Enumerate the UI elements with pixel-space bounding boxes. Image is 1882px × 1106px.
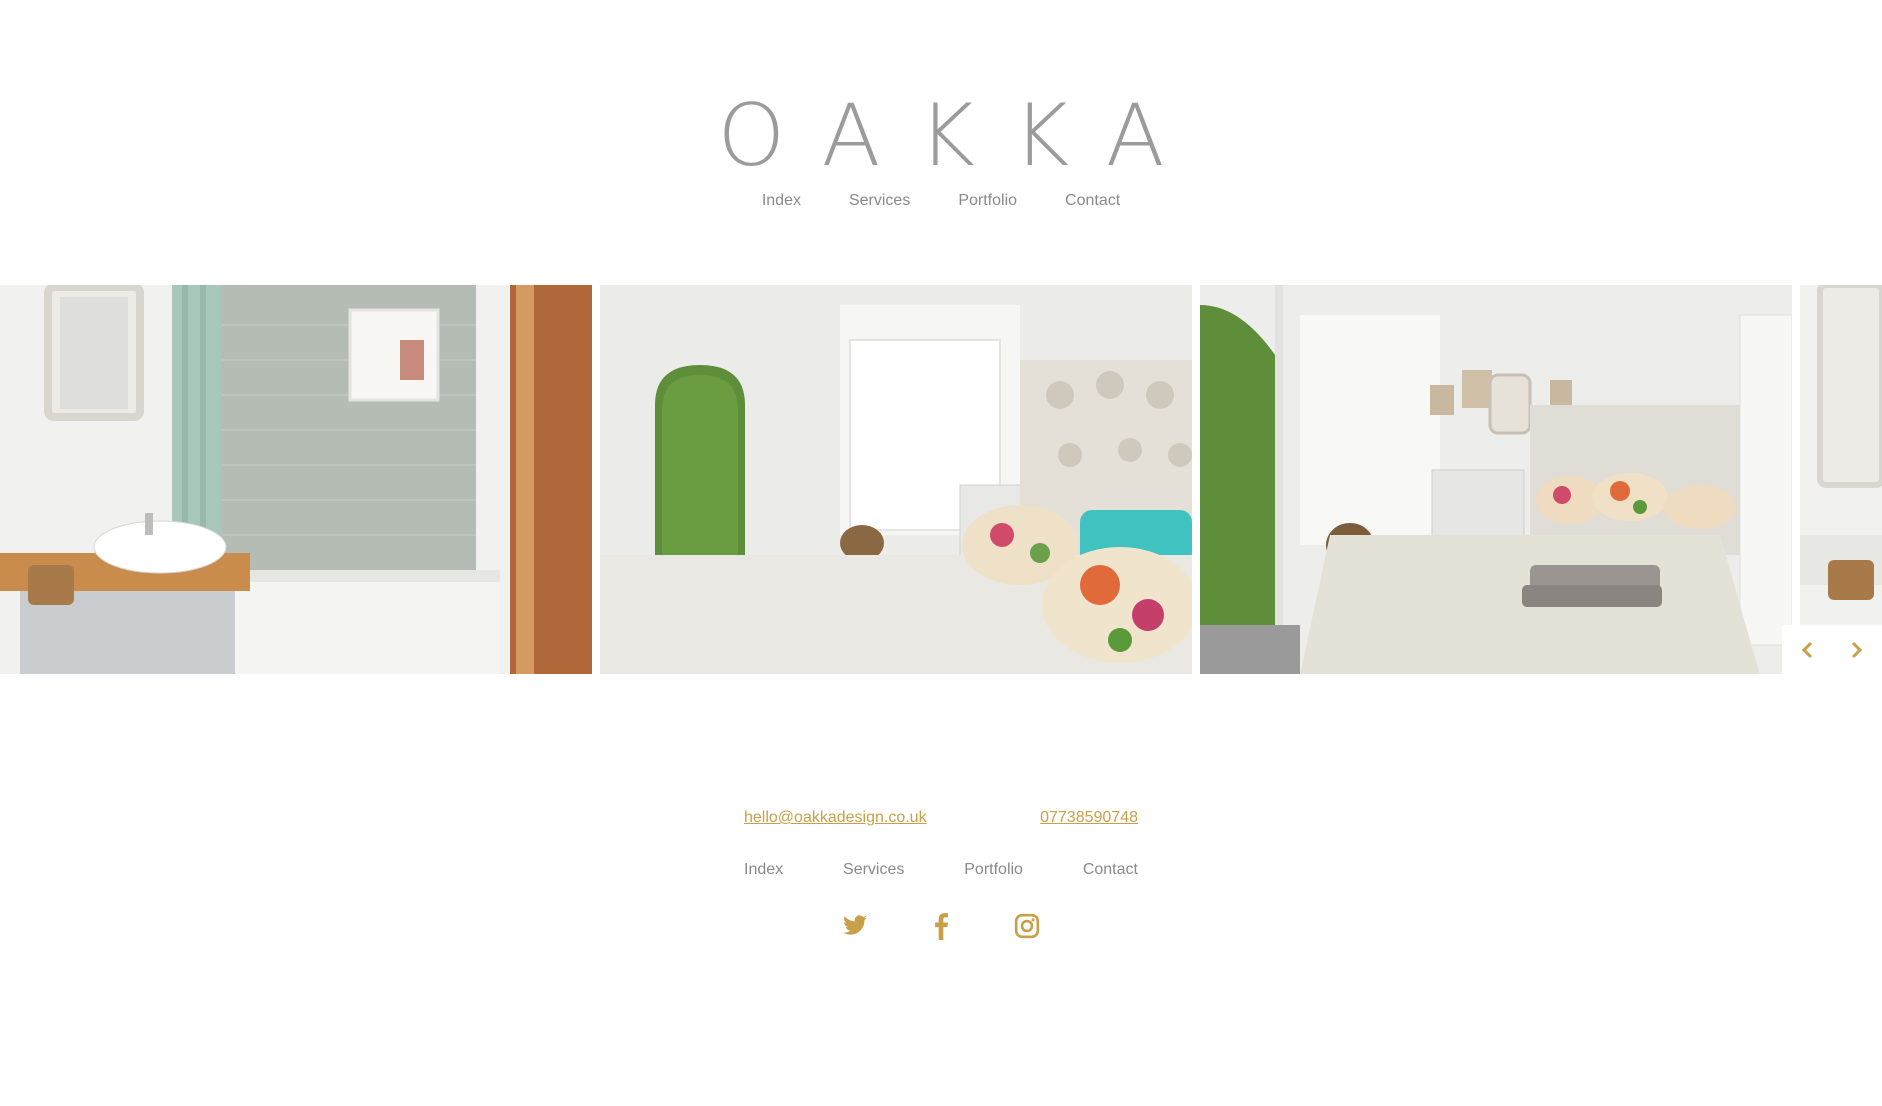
main-nav: Index Services Portfolio Contact <box>0 192 1882 210</box>
footer-nav-item-portfolio[interactable]: Portfolio <box>964 861 1023 879</box>
image-gallery <box>0 285 1882 674</box>
instagram-icon[interactable] <box>1013 912 1041 940</box>
nav-item-index[interactable]: Index <box>762 192 801 210</box>
nav-item-contact[interactable]: Contact <box>1065 192 1120 210</box>
phone-link[interactable]: 07738590748 <box>1040 809 1138 827</box>
gallery-arrows <box>1782 625 1882 674</box>
nav-item-portfolio[interactable]: Portfolio <box>958 192 1017 210</box>
social-links <box>0 912 1882 940</box>
gallery-slide-bathroom-partial[interactable] <box>1800 285 1882 674</box>
facebook-icon[interactable] <box>927 912 955 940</box>
bathroom-photo <box>0 285 592 674</box>
bathroom-partial-photo <box>1800 285 1882 674</box>
site-logo[interactable]: OAKKA <box>0 86 1882 186</box>
email-link[interactable]: hello@oakkadesign.co.uk <box>744 809 927 827</box>
twitter-icon[interactable] <box>841 912 869 940</box>
footer-nav-item-index[interactable]: Index <box>744 861 783 879</box>
chevron-left-icon[interactable] <box>1792 635 1822 665</box>
chevron-right-icon[interactable] <box>1842 635 1872 665</box>
page: OAKKA Index Services Portfolio Contact h… <box>0 0 1882 1106</box>
footer-nav-item-services[interactable]: Services <box>843 861 904 879</box>
gallery-slide-bedroom-window[interactable] <box>600 285 1192 674</box>
footer-nav-item-contact[interactable]: Contact <box>1083 861 1138 879</box>
footer-nav: Index Services Portfolio Contact <box>744 861 1138 879</box>
nav-item-services[interactable]: Services <box>849 192 910 210</box>
bedroom-bed-photo <box>1200 285 1792 674</box>
footer-contact: hello@oakkadesign.co.uk 07738590748 <box>744 809 1138 831</box>
bedroom-window-photo <box>600 285 1192 674</box>
gallery-slide-bathroom[interactable] <box>0 285 592 674</box>
gallery-slide-bedroom-bed[interactable] <box>1200 285 1792 674</box>
